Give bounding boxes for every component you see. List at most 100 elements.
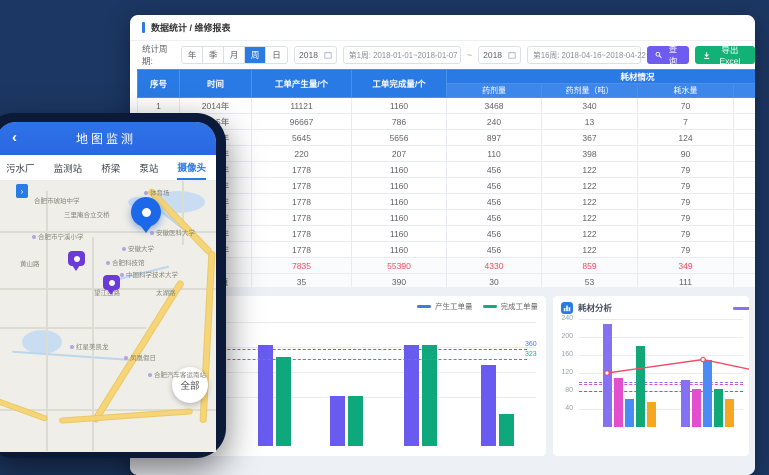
table-cell: 456 — [447, 226, 542, 242]
table-row: 32016年56455656897367124129 — [138, 130, 756, 146]
table-cell: 1160 — [352, 178, 447, 194]
year-start-select[interactable]: 2018 — [294, 46, 337, 64]
period-option-季[interactable]: 季 — [203, 47, 224, 63]
table-cell: 5656 — [352, 130, 447, 146]
map-label: 体育场 — [144, 187, 170, 197]
table-cell: 456 — [447, 210, 542, 226]
y-axis-label: 120 — [555, 369, 573, 376]
bar-completed — [276, 357, 291, 446]
legend-dash-icon — [417, 305, 431, 308]
table-cell: 456 — [447, 194, 542, 210]
period-option-年[interactable]: 年 — [182, 47, 203, 63]
camera-marker[interactable] — [68, 251, 85, 266]
camera-marker[interactable] — [103, 275, 120, 290]
export-excel-button[interactable]: 导出Excel — [695, 46, 756, 64]
bar-generated — [404, 345, 419, 446]
map-label: 合肥市宁溪小学 — [32, 231, 84, 241]
group-column-header: 耗材情况 — [447, 70, 756, 84]
period-segmented-control[interactable]: 年季月周日 — [181, 46, 288, 64]
legend-item[interactable]: 产生工单量 — [417, 301, 473, 312]
column-header: 工单产生量/个 — [252, 70, 352, 98]
phone-tab-桥梁[interactable]: 桥梁 — [101, 155, 120, 180]
period-option-周[interactable]: 周 — [245, 47, 266, 63]
bar-药剂量（吨） — [692, 389, 701, 427]
table-cell: 5645 — [252, 130, 352, 146]
legend-item[interactable]: 完成工单量 — [483, 301, 539, 312]
map-view[interactable]: › 全部 合肥市琥珀中学体育场三里庵合立交桥安徽医科大学合肥市宁溪小学安徽大学合… — [0, 181, 216, 452]
table-cell: 240 — [447, 114, 542, 130]
table-cell: 367 — [542, 130, 638, 146]
table-cell: 1778 — [252, 226, 352, 242]
table-cell: 79 — [638, 226, 734, 242]
map-label: 合肥科技馆 — [106, 257, 145, 267]
bar-耗水量 — [703, 360, 712, 428]
phone-screen: ‹ 地图监测 污水厂监测站桥梁泵站摄像头 › 全部 — [0, 122, 216, 452]
bar-耗水量 — [625, 399, 634, 427]
table-cell: 3468 — [447, 98, 542, 114]
map-label: 中国科学技术大学 — [120, 269, 178, 279]
table-row: 52018年177811604561227967 — [138, 162, 756, 178]
map-label: 凤凰假日 — [124, 352, 156, 362]
gridline — [579, 319, 743, 320]
bar-其他 — [725, 399, 734, 427]
range-end-input[interactable]: 第16周: 2018-04-16~2018-04-22 — [527, 46, 641, 64]
bar-药剂量 — [603, 324, 612, 427]
chart-legend[interactable]: 产生工单量完成工单量 — [417, 301, 538, 312]
table-cell: 67 — [734, 242, 756, 258]
table-cell: 124 — [638, 130, 734, 146]
period-option-月[interactable]: 月 — [224, 47, 245, 63]
poi-dot-icon — [124, 356, 128, 360]
poi-dot-icon — [120, 273, 124, 277]
table-cell: 122 — [542, 162, 638, 178]
table-cell: 340 — [542, 98, 638, 114]
table-cell: 859 — [542, 258, 638, 274]
table-cell: 79 — [638, 162, 734, 178]
table-cell: 70 — [638, 98, 734, 114]
period-label: 统计周期: — [142, 43, 175, 67]
map-expander-button[interactable]: › — [16, 184, 28, 198]
year-end-select[interactable]: 2018 — [478, 46, 521, 64]
phone-tab-摄像头[interactable]: 摄像头 — [177, 155, 206, 180]
pin-tail-icon — [140, 225, 152, 239]
map-label: 三里庵合立交桥 — [64, 209, 110, 219]
sub-column-header: 电量 — [734, 84, 756, 98]
table-cell: 250 — [734, 98, 756, 114]
selected-camera-pin[interactable] — [131, 197, 161, 227]
year-end-value: 2018 — [483, 50, 502, 60]
table-cell: 67 — [734, 162, 756, 178]
phone-tab-泵站[interactable]: 泵站 — [139, 155, 158, 180]
breadcrumb-accent — [142, 22, 145, 33]
table-cell: 1778 — [252, 162, 352, 178]
map-road — [46, 191, 48, 451]
bar-其他 — [647, 402, 656, 427]
average-line-label: 360 — [525, 341, 537, 348]
table-row: 42017年2202071103989019 — [138, 146, 756, 162]
table-cell: 79 — [638, 178, 734, 194]
map-label: 合肥市琥珀中学 — [34, 195, 80, 205]
table-cell: 110 — [447, 146, 542, 162]
bar-completed — [348, 396, 363, 446]
table-cell: 13 — [542, 114, 638, 130]
map-label: 黄山路 — [20, 258, 40, 268]
table-cell: 129 — [734, 130, 756, 146]
phone-app-header: ‹ 地图监测 — [0, 122, 216, 155]
table-cell: 1160 — [352, 210, 447, 226]
map-road — [0, 327, 146, 329]
range-start-input[interactable]: 第1周: 2018-01-01~2018-01-07 — [343, 46, 461, 64]
table-cell: 122 — [542, 194, 638, 210]
query-button[interactable]: 查询 — [647, 46, 689, 64]
table-row: 62019年177811604561227967 — [138, 178, 756, 194]
y-axis-label: 80 — [555, 387, 573, 394]
table-cell: 1778 — [252, 210, 352, 226]
table-cell: 4330 — [447, 258, 542, 274]
table-cell: 1778 — [252, 194, 352, 210]
table-row: 合计7835553904330859349330 — [138, 258, 756, 274]
poi-dot-icon — [148, 373, 152, 377]
map-main-road — [60, 409, 192, 422]
period-option-日[interactable]: 日 — [266, 47, 287, 63]
phone-tab-监测站[interactable]: 监测站 — [54, 155, 83, 180]
phone-tab-污水厂[interactable]: 污水厂 — [6, 155, 35, 180]
table-cell: 19 — [734, 146, 756, 162]
back-chevron-icon[interactable]: ‹ — [12, 129, 17, 147]
phone-page-title: 地图监测 — [76, 130, 136, 147]
